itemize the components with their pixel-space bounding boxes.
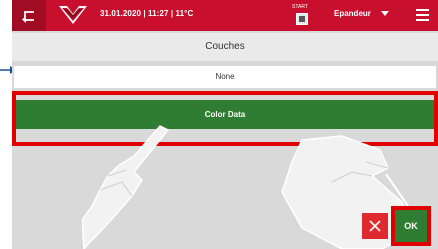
close-icon [369,220,381,232]
start-record-button[interactable]: START [290,2,318,29]
datetime-weather: 31.01.2020 | 11:27 | 11°C [100,9,194,18]
page-title: Couches [12,33,438,61]
back-arrow-icon [22,10,34,23]
tractor-display-screen: 31.01.2020 | 11:27 | 11°C START Epandeur… [12,0,438,249]
pointing-hand-illustration [82,125,170,249]
record-icon [296,13,308,25]
start-label: START [292,4,308,10]
option-none[interactable]: None [14,66,436,88]
ok-button[interactable]: OK [391,206,431,246]
mode-label: Epandeur [334,9,371,18]
option-color-data[interactable]: Color Data [14,100,436,129]
hamburger-menu-icon[interactable] [414,6,432,24]
chevron-down-icon [380,11,389,16]
implement-mode-dropdown[interactable]: Epandeur [334,9,389,18]
brand-logo-icon [59,6,87,24]
back-button[interactable] [12,0,46,31]
top-bar: 31.01.2020 | 11:27 | 11°C START Epandeur [12,0,438,31]
cancel-button[interactable] [362,213,388,239]
resting-hand-illustration [281,135,412,249]
